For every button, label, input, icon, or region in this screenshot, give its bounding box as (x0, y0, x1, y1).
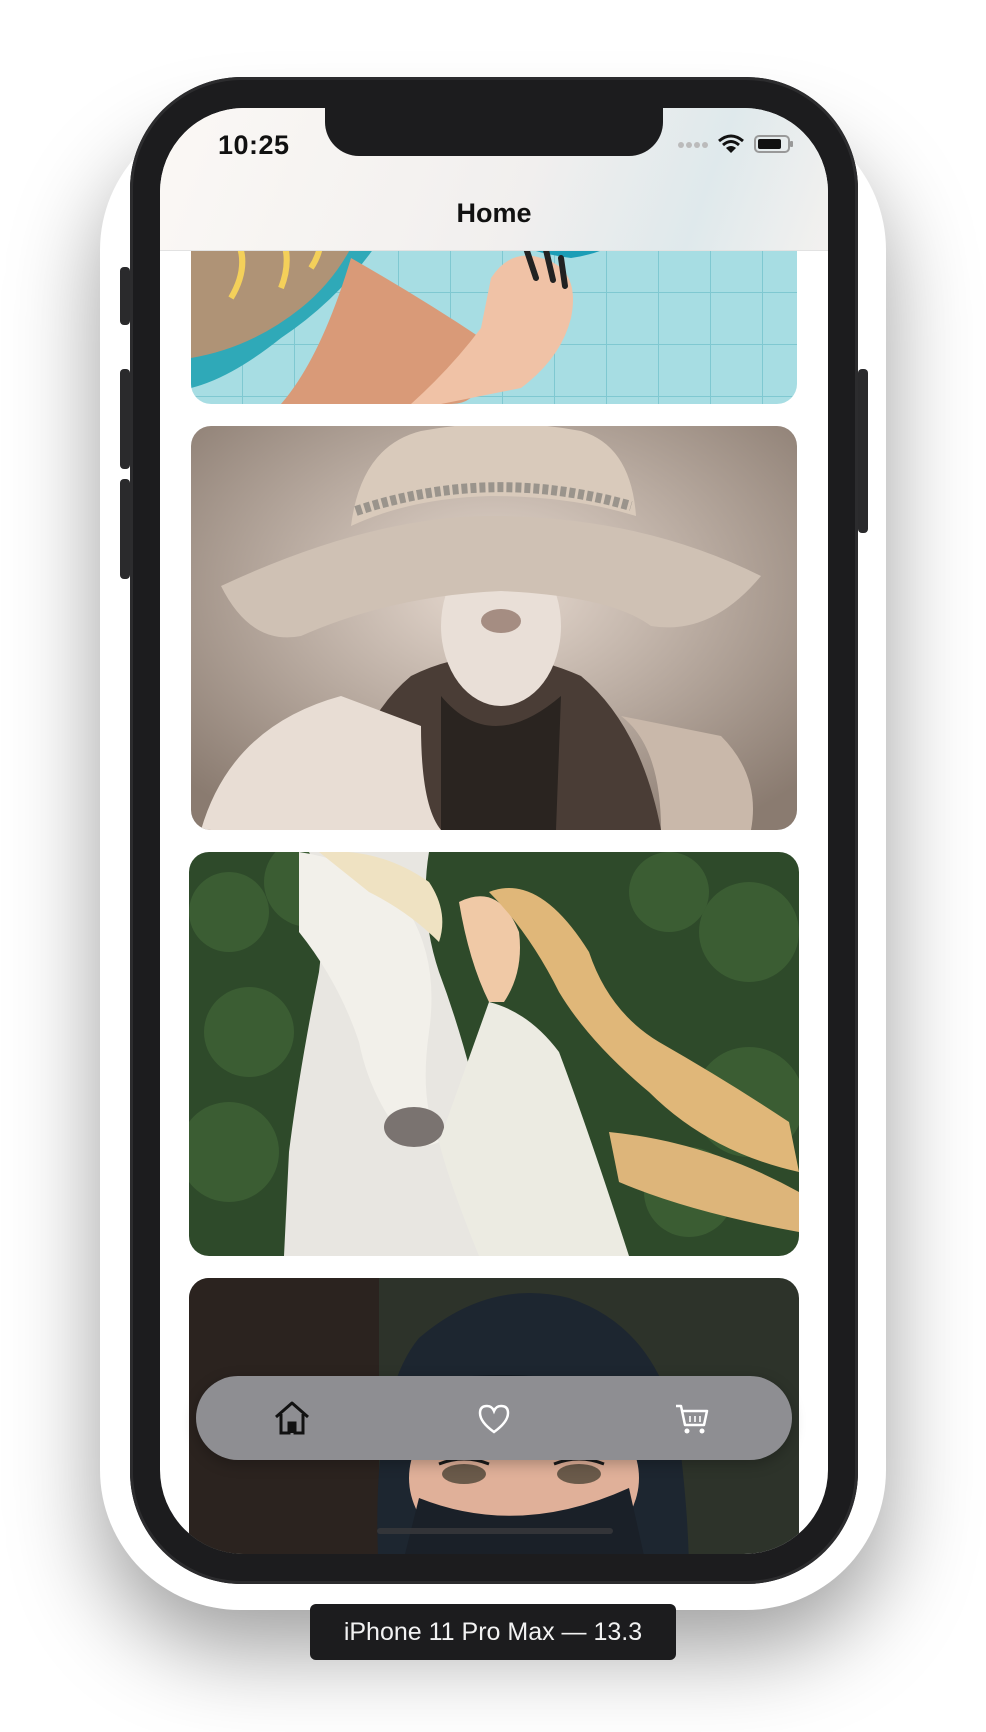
phone-screen: 10:25 Home (160, 108, 828, 1554)
volume-down-button (120, 479, 130, 579)
battery-icon (754, 135, 793, 153)
status-time: 10:25 (218, 130, 290, 160)
photo-woman-wide-brim-hat (191, 426, 797, 830)
silent-switch (120, 267, 130, 325)
simulator-device-label: iPhone 11 Pro Max — 13.3 (310, 1604, 676, 1660)
cellular-signal-icon (678, 142, 708, 148)
tab-bar (196, 1376, 792, 1460)
heart-icon (478, 1404, 510, 1434)
tab-favorites[interactable] (472, 1396, 516, 1440)
volume-up-button (120, 369, 130, 469)
power-button (858, 369, 868, 533)
tab-cart[interactable] (670, 1396, 714, 1440)
wifi-icon (718, 134, 744, 153)
photo-card[interactable] (191, 426, 797, 830)
page-title: Home (456, 198, 532, 228)
status-icons (678, 134, 794, 154)
home-icon (275, 1401, 309, 1435)
tab-home[interactable] (270, 1396, 314, 1440)
notch (325, 108, 663, 156)
photo-card[interactable] (189, 852, 799, 1256)
cart-icon (676, 1404, 709, 1434)
photo-woman-white-horse (189, 852, 799, 1256)
home-indicator[interactable] (377, 1528, 613, 1534)
